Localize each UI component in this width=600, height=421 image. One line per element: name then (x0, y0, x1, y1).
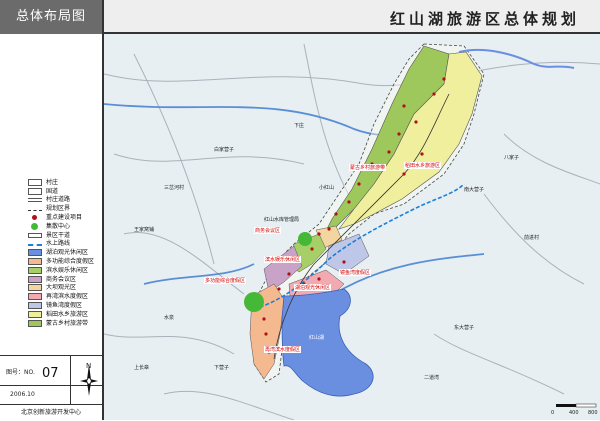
legend-item: 水上路线 (28, 240, 104, 249)
place-label: 小红山 (319, 185, 335, 191)
legend-item: 商务会议区 (28, 275, 104, 284)
fish-bay-area-icon (28, 302, 42, 310)
scale-label: 800 (588, 410, 598, 416)
scale-label: 400 (569, 410, 579, 416)
zone-label: 滨水娱乐休闲区 (264, 256, 302, 263)
place-label: 上长皋 (134, 365, 150, 371)
legend-item: 滨水娱乐休闲区 (28, 266, 104, 275)
legend-item: 稻田水乡旅游区 (28, 310, 104, 319)
legend-item: 湖泊观光休闲区 (28, 248, 104, 257)
place-label: 南大营子 (464, 187, 485, 193)
legend-item: 村庄道路 (28, 196, 104, 205)
header-bar: 红山湖旅游区总体规划 (104, 0, 600, 34)
place-label: 八家子 (504, 155, 520, 161)
legend-item: 村庄 (28, 178, 104, 187)
place-label: 三岔河村 (164, 185, 185, 191)
resort-area-icon (28, 258, 42, 266)
info-divider (70, 355, 71, 404)
place-label: 红山水库管理局 (264, 217, 300, 223)
bay-resort-area-icon (28, 293, 42, 301)
drawing-date: 2006.10 (10, 391, 35, 398)
place-label: 白家营子 (214, 147, 235, 153)
place-label: 二道湾 (424, 375, 440, 381)
map-area: 蒙古乡村旅游带 稻田水乡旅游区 商务会议区 滨水娱乐休闲区 多功能综合度假区 湖… (104, 34, 600, 420)
drawing-no-label: 图号：NO. (6, 369, 35, 376)
legend-item: 大坝观光区 (28, 284, 104, 293)
place-label: 前进村 (524, 235, 540, 241)
legend-item: 再湾滨水度假区 (28, 292, 104, 301)
legend-item: 多功能综合度假区 (28, 257, 104, 266)
north-label: N (86, 362, 92, 370)
legend: 村庄 国道 村庄道路 规划区界 重点建设项目 集散中心 景区干道 水上路线 湖泊… (28, 178, 104, 328)
drawing-number: 07 (42, 366, 59, 381)
place-label: 东大营子 (454, 325, 475, 331)
info-divider (0, 355, 102, 356)
waterfront-area-icon (28, 266, 42, 274)
village-icon (28, 178, 42, 186)
zone-label: 镜鱼湾度假区 (339, 269, 372, 276)
zone-label: 蒙古乡村旅游带 (349, 164, 387, 171)
mongol-belt-icon (28, 319, 42, 327)
scenic-road-icon (28, 233, 42, 239)
zone-label: 稻田水乡旅游区 (404, 162, 442, 169)
distribution-center-icon (28, 222, 42, 230)
key-project-icon (28, 214, 42, 221)
legend-item: 规划区界 (28, 204, 104, 213)
legend-item: 镜鱼湾度假区 (28, 301, 104, 310)
zone-label: 湖泊观光休闲区 (294, 284, 332, 291)
legend-item: 重点建设项目 (28, 213, 104, 222)
place-label: 下庄 (294, 123, 305, 129)
left-panel: 总体布局图 村庄 国道 村庄道路 规划区界 重点建设项目 集散中心 景区干道 水… (0, 0, 104, 420)
legend-item: 国道 (28, 187, 104, 196)
side-title: 总体布局图 (0, 0, 102, 34)
place-label: 水泉 (164, 315, 175, 321)
map-canvas (104, 43, 600, 420)
map-sheet: 总体布局图 村庄 国道 村庄道路 规划区界 重点建设项目 集散中心 景区干道 水… (0, 0, 600, 420)
national-road-icon (28, 187, 42, 195)
place-label: 王家窝铺 (134, 227, 155, 233)
legend-item: 景区干道 (28, 231, 104, 240)
legend-item: 蒙古乡村旅游带 (28, 319, 104, 328)
place-label: 下营子 (214, 365, 230, 371)
zone-label: 多功能综合度假区 (204, 277, 247, 284)
paddy-area-icon (28, 310, 42, 318)
company-name: 北京创新旅游开发中心 (0, 404, 102, 421)
lake-area-icon (28, 249, 42, 257)
scale-bar (556, 403, 597, 408)
legend-item: 集散中心 (28, 222, 104, 231)
zone-label: 再湾滨水度假区 (264, 346, 302, 353)
dam-area-icon (28, 284, 42, 292)
scale-label: 0 (551, 410, 555, 416)
business-area-icon (28, 275, 42, 283)
village-road-icon (28, 198, 42, 203)
lake-label: 红山湖 (309, 335, 325, 341)
planning-boundary-icon (28, 209, 42, 211)
water-route-icon (28, 244, 42, 247)
page-title: 红山湖旅游区总体规划 (389, 10, 580, 28)
zone-label: 商务会议区 (254, 227, 282, 234)
